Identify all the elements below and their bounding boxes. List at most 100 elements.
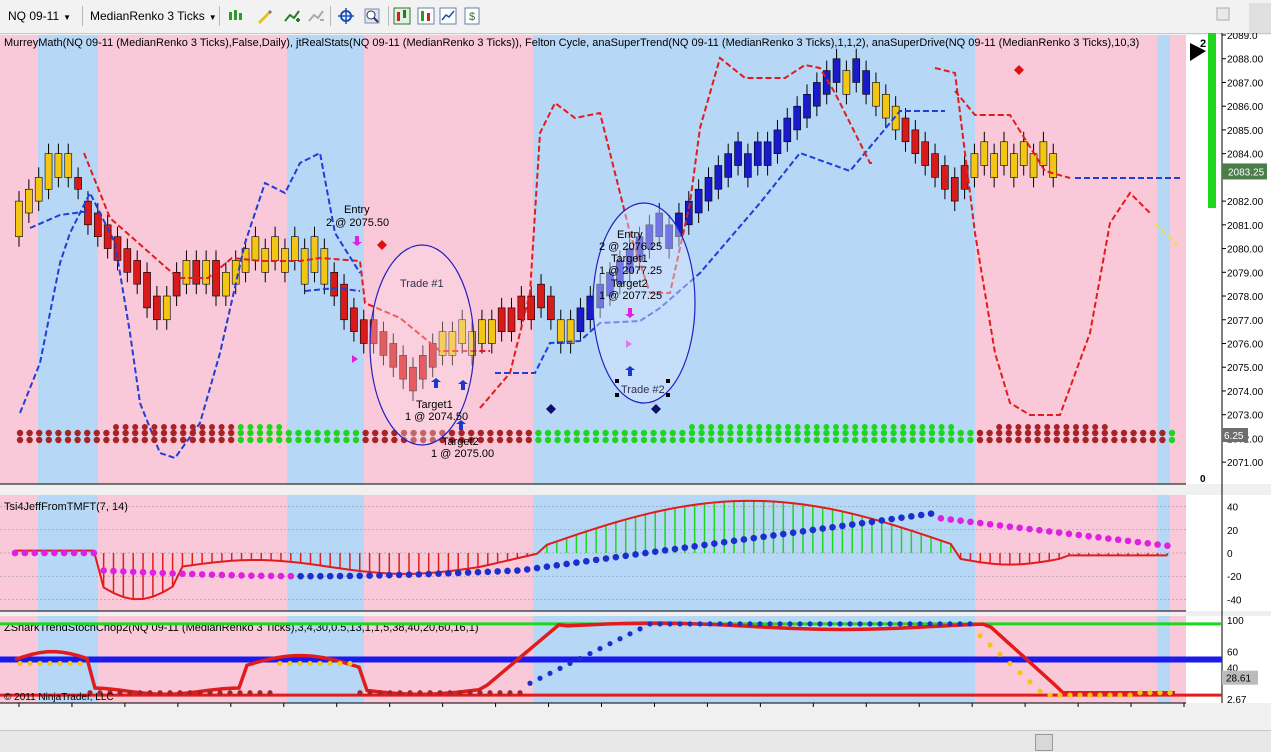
tsi-signal-dot xyxy=(927,510,935,517)
tsi-signal-dot xyxy=(356,572,364,580)
strategy-button[interactable]: $ xyxy=(462,6,482,26)
murrey-dot xyxy=(1140,429,1147,437)
shark-dot xyxy=(237,690,243,696)
murrey-dot xyxy=(151,424,158,430)
bar-style-icon xyxy=(229,10,242,20)
murrey-dot xyxy=(141,436,148,444)
murrey-dot xyxy=(717,436,724,444)
shark-dot xyxy=(557,665,563,671)
shark-dot xyxy=(477,690,483,696)
candle-body xyxy=(566,319,575,344)
shark-dot xyxy=(257,690,263,696)
murrey-dot xyxy=(698,429,705,437)
murrey-dot xyxy=(516,436,523,444)
murrey-dot xyxy=(573,429,580,437)
candle-body xyxy=(251,236,260,261)
add-indicator-button[interactable] xyxy=(282,6,302,26)
counter-bottom: 0 xyxy=(1200,474,1206,485)
tsi-signal-dot xyxy=(977,519,984,527)
murrey-dot xyxy=(544,429,552,437)
instrument-selector[interactable]: NQ 09-11 ▼ xyxy=(4,6,75,26)
murrey-dot xyxy=(861,436,868,444)
murrey-dot xyxy=(948,424,955,430)
scrollbar-thumb[interactable] xyxy=(1035,734,1053,751)
murrey-dot xyxy=(698,436,705,444)
tsi-signal-dot xyxy=(307,572,314,580)
zoom-button[interactable] xyxy=(362,6,382,26)
shark-dot xyxy=(857,621,863,627)
data-box-button[interactable] xyxy=(392,6,412,26)
tsi-indicator-label: Tsi4JeffFromTMFT(7, 14) xyxy=(4,501,128,513)
murrey-dot xyxy=(506,429,513,437)
shark-dot xyxy=(677,621,683,627)
murrey-dot xyxy=(967,429,974,437)
murrey-dot xyxy=(785,424,791,430)
murrey-dot xyxy=(996,424,1003,430)
chart-panel-group[interactable]: 2089.0 2088.00 2087.00 2086.00 2085.00 2084.0… xyxy=(0,33,1271,709)
candle-body xyxy=(921,141,930,166)
murrey-dot xyxy=(343,436,350,444)
murrey-dot xyxy=(900,424,907,430)
murrey-dot xyxy=(276,436,283,444)
murrey-dot xyxy=(285,429,292,437)
murrey-dot xyxy=(852,436,859,444)
y-tick-label: 2086.00 xyxy=(1227,102,1264,113)
scroll-top-icon[interactable] xyxy=(1249,3,1271,33)
chart-properties-button[interactable] xyxy=(438,6,458,26)
shark-dot xyxy=(1137,690,1143,696)
candle-body xyxy=(990,153,998,178)
trade-label: Trade #1 xyxy=(400,278,444,290)
murrey-dot xyxy=(381,436,388,444)
tsi-signal-dot xyxy=(1114,536,1122,544)
tsi-signal-dot xyxy=(376,572,383,579)
murrey-dot xyxy=(304,429,312,437)
murrey-dot xyxy=(36,436,43,444)
shark-dot xyxy=(767,621,773,627)
tsi-signal-dot xyxy=(1085,532,1092,540)
tsi-signal-dot xyxy=(110,567,117,575)
tsi-signal-dot xyxy=(514,567,521,574)
remove-indicator-button[interactable] xyxy=(306,6,326,26)
murrey-dot xyxy=(1053,424,1060,430)
bar-style-button[interactable] xyxy=(226,6,246,26)
shark-dot xyxy=(947,621,953,627)
shark-dot xyxy=(1027,679,1033,685)
tsi-signal-dot xyxy=(523,566,531,573)
murrey-dot xyxy=(1072,436,1080,444)
tsi-signal-dot xyxy=(848,521,856,528)
murrey-dot xyxy=(679,436,686,444)
murrey-dot xyxy=(909,429,916,437)
murrey-dot xyxy=(276,424,283,430)
chart-canvas[interactable]: 2089.0 2088.00 2087.00 2086.00 2085.00 2084.0… xyxy=(0,33,1271,709)
tsi-signal-dot xyxy=(592,556,600,564)
shark-dot xyxy=(397,690,403,696)
zoom-icon xyxy=(364,8,380,24)
murrey-dot xyxy=(1053,429,1061,437)
horizontal-scrollbar[interactable] xyxy=(0,730,1271,752)
murrey-dot xyxy=(199,424,206,430)
session-zone xyxy=(1170,35,1186,484)
murrey-dot xyxy=(727,436,734,444)
shark-dot xyxy=(587,650,593,657)
murrey-dot xyxy=(496,429,504,437)
restore-window-icon[interactable] xyxy=(1216,7,1230,21)
bar-type-selector[interactable]: MedianRenko 3 Ticks ▼ xyxy=(86,6,221,26)
draw-tool-button[interactable] xyxy=(254,6,274,26)
toolbar-separator xyxy=(82,6,83,26)
murrey-dot xyxy=(621,429,628,437)
chart-trader-button[interactable] xyxy=(416,6,436,26)
shark-dot xyxy=(167,690,173,696)
crosshair-button[interactable] xyxy=(336,6,356,26)
candle-body xyxy=(222,271,230,297)
remove-indicator-icon xyxy=(308,10,324,22)
murrey-dot xyxy=(151,436,158,444)
candle-body xyxy=(556,319,565,344)
candle-body xyxy=(793,105,801,131)
candle-body xyxy=(1010,153,1018,178)
tsi-tick-label: -40 xyxy=(1227,595,1242,606)
murrey-dot xyxy=(775,429,782,437)
toolbar-separator xyxy=(219,6,220,26)
window-control-icons xyxy=(1216,3,1271,33)
shark-dot xyxy=(1097,692,1103,698)
murrey-dot xyxy=(727,424,734,430)
